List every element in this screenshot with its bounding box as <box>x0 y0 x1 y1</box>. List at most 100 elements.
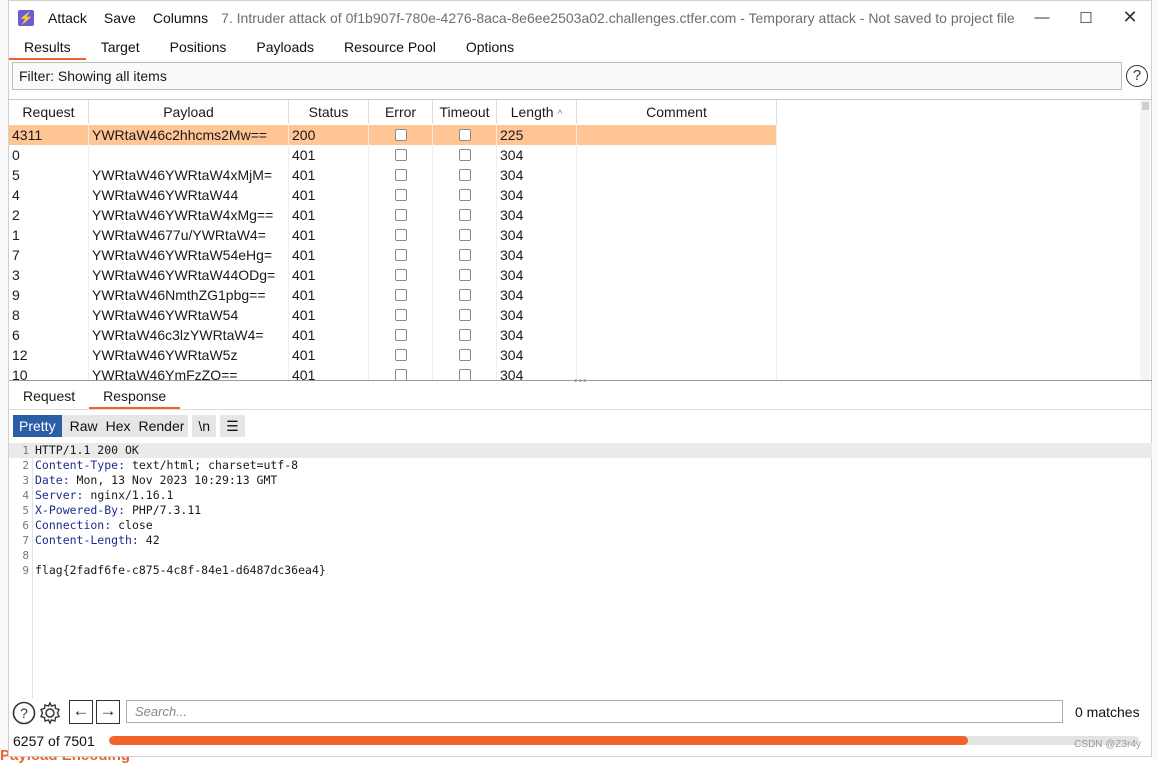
table-row[interactable]: 8 YWRtaW46YWRtaW54 401 304 <box>9 305 777 325</box>
close-icon[interactable]: ✕ <box>1108 1 1152 34</box>
length-cell: 304 <box>497 285 577 305</box>
error-checkbox[interactable] <box>394 369 407 380</box>
next-arrow-icon[interactable]: → <box>96 700 120 724</box>
error-checkbox[interactable] <box>394 129 407 141</box>
tab-response[interactable]: Response <box>89 383 181 409</box>
column-header-status[interactable]: Status <box>289 100 369 124</box>
table-row[interactable]: 2 YWRtaW46YWRtaW4xMg== 401 304 <box>9 205 777 225</box>
menu-save[interactable]: Save <box>104 10 136 26</box>
tab-target[interactable]: Target <box>86 36 155 60</box>
line-number: 9 <box>22 564 29 577</box>
minimize-icon[interactable]: — <box>1020 1 1064 34</box>
code-line: 5 X-Powered-By: PHP/7.3.11 <box>9 503 1152 518</box>
request-cell: 7 <box>9 245 89 265</box>
filter-bar[interactable]: Filter: Showing all items <box>12 62 1122 90</box>
request-cell: 12 <box>9 345 89 365</box>
error-checkbox[interactable] <box>394 149 407 161</box>
timeout-checkbox[interactable] <box>458 269 471 281</box>
table-row[interactable]: 6 YWRtaW46c3lzYWRtaW4= 401 304 <box>9 325 777 345</box>
tab-options[interactable]: Options <box>451 36 529 60</box>
timeout-checkbox[interactable] <box>458 249 471 261</box>
column-header-comment[interactable]: Comment <box>577 100 777 124</box>
error-checkbox[interactable] <box>394 329 407 341</box>
payload-cell: YWRtaW46YWRtaW54 <box>89 305 289 325</box>
column-header-length[interactable]: Length ^ <box>497 100 577 124</box>
tab-payloads[interactable]: Payloads <box>241 36 329 60</box>
timeout-checkbox[interactable] <box>458 289 471 301</box>
timeout-checkbox[interactable] <box>458 349 471 361</box>
request-cell: 8 <box>9 305 89 325</box>
table-row[interactable]: 10 YWRtaW46YmFzZQ== 401 304 <box>9 365 777 380</box>
header-value: close <box>111 518 153 532</box>
tab-results[interactable]: Results <box>9 36 86 60</box>
maximize-icon[interactable]: ☐ <box>1064 1 1108 34</box>
table-scrollbar[interactable] <box>1140 100 1150 380</box>
timeout-checkbox[interactable] <box>458 209 471 221</box>
error-cell <box>369 265 433 285</box>
settings-gear-icon[interactable] <box>38 701 62 725</box>
header-value: 42 <box>138 533 160 547</box>
code-text: HTTP/1.1 200 OK <box>35 443 139 458</box>
tab-resource-pool[interactable]: Resource Pool <box>329 36 451 60</box>
error-checkbox[interactable] <box>394 269 407 281</box>
error-checkbox[interactable] <box>394 249 407 261</box>
column-header-request[interactable]: Request <box>9 100 89 124</box>
table-row[interactable]: 1 YWRtaW4677u/YWRtaW4= 401 304 <box>9 225 777 245</box>
response-editor[interactable]: 1 HTTP/1.1 200 OK 2 Content-Type: text/html… <box>9 443 1152 698</box>
timeout-checkbox[interactable] <box>458 129 471 141</box>
code-line: 2 Content-Type: text/html; charset=utf-8 <box>9 458 1152 473</box>
error-checkbox[interactable] <box>394 289 407 301</box>
line-number: 2 <box>22 459 29 472</box>
help-icon[interactable]: ? <box>1126 65 1148 87</box>
table-row[interactable]: 0 401 304 <box>9 145 777 165</box>
tab-positions[interactable]: Positions <box>155 36 242 60</box>
error-checkbox[interactable] <box>394 229 407 241</box>
comment-cell <box>577 185 777 205</box>
help-icon[interactable]: ? <box>12 701 36 725</box>
timeout-checkbox[interactable] <box>458 189 471 201</box>
timeout-cell <box>433 345 497 365</box>
timeout-checkbox[interactable] <box>458 309 471 321</box>
raw-button[interactable]: Raw <box>61 415 102 437</box>
length-cell: 304 <box>497 245 577 265</box>
menu-attack[interactable]: Attack <box>48 10 87 26</box>
table-row[interactable]: 3 YWRtaW46YWRtaW44ODg= 401 304 <box>9 265 777 285</box>
comment-cell <box>577 285 777 305</box>
pretty-button[interactable]: Pretty <box>13 415 62 437</box>
hex-button[interactable]: Hex <box>101 415 135 437</box>
table-row[interactable]: 4 YWRtaW46YWRtaW44 401 304 <box>9 185 777 205</box>
timeout-checkbox[interactable] <box>458 169 471 181</box>
error-checkbox[interactable] <box>394 209 407 221</box>
sort-ascending-icon: ^ <box>557 109 563 120</box>
table-row[interactable]: 12 YWRtaW46YWRtaW5z 401 304 <box>9 345 777 365</box>
column-header-timeout[interactable]: Timeout <box>433 100 497 124</box>
table-row[interactable]: 7 YWRtaW46YWRtaW54eHg= 401 304 <box>9 245 777 265</box>
timeout-checkbox[interactable] <box>458 329 471 341</box>
timeout-checkbox[interactable] <box>458 369 471 380</box>
error-checkbox[interactable] <box>394 309 407 321</box>
search-input[interactable]: Search... <box>126 700 1063 723</box>
tab-request[interactable]: Request <box>9 383 89 409</box>
menu-columns[interactable]: Columns <box>153 10 208 26</box>
code-text: Server: nginx/1.16.1 <box>35 488 173 503</box>
table-row[interactable]: 4311 YWRtaW46c2hhcms2Mw== 200 225 <box>9 125 777 145</box>
previous-arrow-icon[interactable]: ← <box>69 700 93 724</box>
column-header-payload[interactable]: Payload <box>89 100 289 124</box>
table-row[interactable]: 5 YWRtaW46YWRtaW4xMjM= 401 304 <box>9 165 777 185</box>
column-header-error[interactable]: Error <box>369 100 433 124</box>
render-button[interactable]: Render <box>134 415 189 437</box>
request-cell: 10 <box>9 365 89 380</box>
request-cell: 6 <box>9 325 89 345</box>
table-row[interactable]: 9 YWRtaW46NmthZG1pbg== 401 304 <box>9 285 777 305</box>
search-bar: ? ← → Search... 0 matches <box>9 698 1151 728</box>
timeout-checkbox[interactable] <box>458 229 471 241</box>
error-checkbox[interactable] <box>394 169 407 181</box>
error-checkbox[interactable] <box>394 189 407 201</box>
error-checkbox[interactable] <box>394 349 407 361</box>
request-response-tabs: Request Response <box>9 383 1151 410</box>
timeout-checkbox[interactable] <box>458 149 471 161</box>
menu-icon[interactable]: ☰ <box>220 415 245 437</box>
timeout-cell <box>433 165 497 185</box>
newline-toggle-button[interactable]: \n <box>192 415 217 437</box>
payload-cell: YWRtaW46NmthZG1pbg== <box>89 285 289 305</box>
